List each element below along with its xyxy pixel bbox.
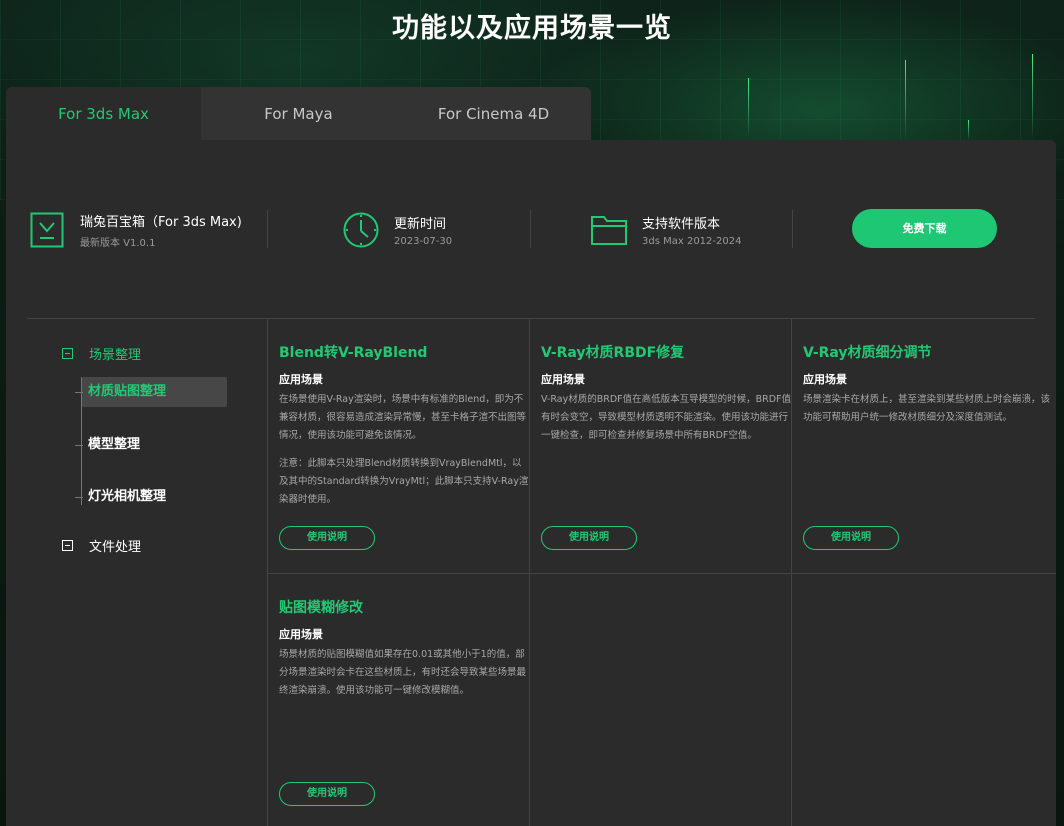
support-title: 支持软件版本 bbox=[642, 217, 721, 232]
tab-maya[interactable]: For Maya bbox=[201, 87, 396, 141]
collapse-icon bbox=[62, 348, 73, 359]
card-label: 应用场景 bbox=[279, 373, 323, 386]
collapse-icon bbox=[62, 540, 73, 551]
tab-cinema-4d[interactable]: For Cinema 4D bbox=[396, 87, 591, 141]
support-range: 3ds Max 2012-2024 bbox=[642, 236, 742, 247]
sidebar-item-material-texture[interactable]: 材质贴图整理 bbox=[75, 377, 227, 407]
feature-card: 贴图模糊修改 应用场景 场景材质的贴图模糊值如果存在0.01或其他小于1的值，部… bbox=[279, 597, 541, 700]
divider bbox=[530, 210, 531, 248]
card-title: V-Ray材质细分调节 bbox=[803, 345, 932, 361]
card-label: 应用场景 bbox=[541, 373, 585, 386]
folder-icon bbox=[590, 211, 628, 249]
sidebar-item-light-camera[interactable]: 灯光相机整理 bbox=[75, 482, 166, 512]
card-title: Blend转V-RayBlend bbox=[279, 345, 428, 361]
product-version: 最新版本 V1.0.1 bbox=[80, 238, 156, 249]
product-info-row: 瑞兔百宝箱（For 3ds Max) 最新版本 V1.0.1 更新时间 2023… bbox=[6, 140, 1056, 318]
update-info: 更新时间 2023-07-30 bbox=[342, 210, 452, 250]
feature-card: Blend转V-RayBlend 应用场景 在场景使用V-Ray渲染时，场景中有… bbox=[279, 342, 541, 509]
card-note: 注意：此脚本只处理Blend材质转换到VrayBlendMtl，以及其中的Sta… bbox=[279, 458, 529, 505]
card-desc: 在场景使用V-Ray渲染时，场景中有标准的Blend，即为不兼容材质，很容易造成… bbox=[279, 394, 527, 441]
sidebar-category-scene[interactable]: 场景整理 bbox=[62, 344, 141, 363]
sidebar-category-file[interactable]: 文件处理 bbox=[62, 536, 141, 555]
card-desc: 场景材质的贴图模糊值如果存在0.01或其他小于1的值，部分场景渲染时会卡在这些材… bbox=[279, 649, 527, 696]
product-name: 瑞兔百宝箱（For 3ds Max) bbox=[80, 215, 242, 230]
sidebar-item-model[interactable]: 模型整理 bbox=[75, 430, 140, 460]
page-title: 功能以及应用场景一览 bbox=[392, 13, 672, 44]
tab-3ds-max[interactable]: For 3ds Max bbox=[6, 87, 201, 141]
usage-guide-button[interactable]: 使用说明 bbox=[279, 526, 375, 550]
card-label: 应用场景 bbox=[803, 373, 847, 386]
card-title: V-Ray材质RBDF修复 bbox=[541, 345, 685, 361]
clock-icon bbox=[342, 211, 380, 249]
platform-tabs: For 3ds Max For Maya For Cinema 4D bbox=[6, 87, 591, 141]
usage-guide-button[interactable]: 使用说明 bbox=[803, 526, 899, 550]
divider bbox=[267, 210, 268, 248]
product-info: 瑞兔百宝箱（For 3ds Max) 最新版本 V1.0.1 bbox=[28, 210, 242, 250]
divider bbox=[792, 210, 793, 248]
usage-guide-button[interactable]: 使用说明 bbox=[541, 526, 637, 550]
card-label: 应用场景 bbox=[279, 628, 323, 641]
sidebar-category-label: 文件处理 bbox=[89, 540, 142, 555]
feature-card: V-Ray材质RBDF修复 应用场景 V-Ray材质的BRDF值在高低版本互导模… bbox=[541, 342, 803, 445]
feature-card: V-Ray材质细分调节 应用场景 场景渲染卡在材质上，甚至渲染到某些材质上时会崩… bbox=[803, 342, 1064, 427]
divider bbox=[267, 573, 1056, 574]
free-download-button[interactable]: 免费下载 bbox=[852, 209, 997, 248]
update-date: 2023-07-30 bbox=[394, 236, 453, 247]
usage-guide-button[interactable]: 使用说明 bbox=[279, 782, 375, 806]
card-title: 贴图模糊修改 bbox=[279, 600, 363, 616]
sidebar: 场景整理 材质贴图整理 模型整理 灯光相机整理 文件处理 bbox=[6, 319, 267, 826]
update-title: 更新时间 bbox=[394, 217, 447, 232]
download-box-icon bbox=[28, 211, 66, 249]
support-info: 支持软件版本 3ds Max 2012-2024 bbox=[590, 210, 741, 250]
sidebar-category-label: 场景整理 bbox=[89, 348, 142, 363]
card-desc: V-Ray材质的BRDF值在高低版本互导模型的时候，BRDF值有时会变空，导致模… bbox=[541, 394, 792, 441]
card-desc: 场景渲染卡在材质上，甚至渲染到某些材质上时会崩溃，该功能可帮助用户统一修改材质细… bbox=[803, 394, 1051, 423]
